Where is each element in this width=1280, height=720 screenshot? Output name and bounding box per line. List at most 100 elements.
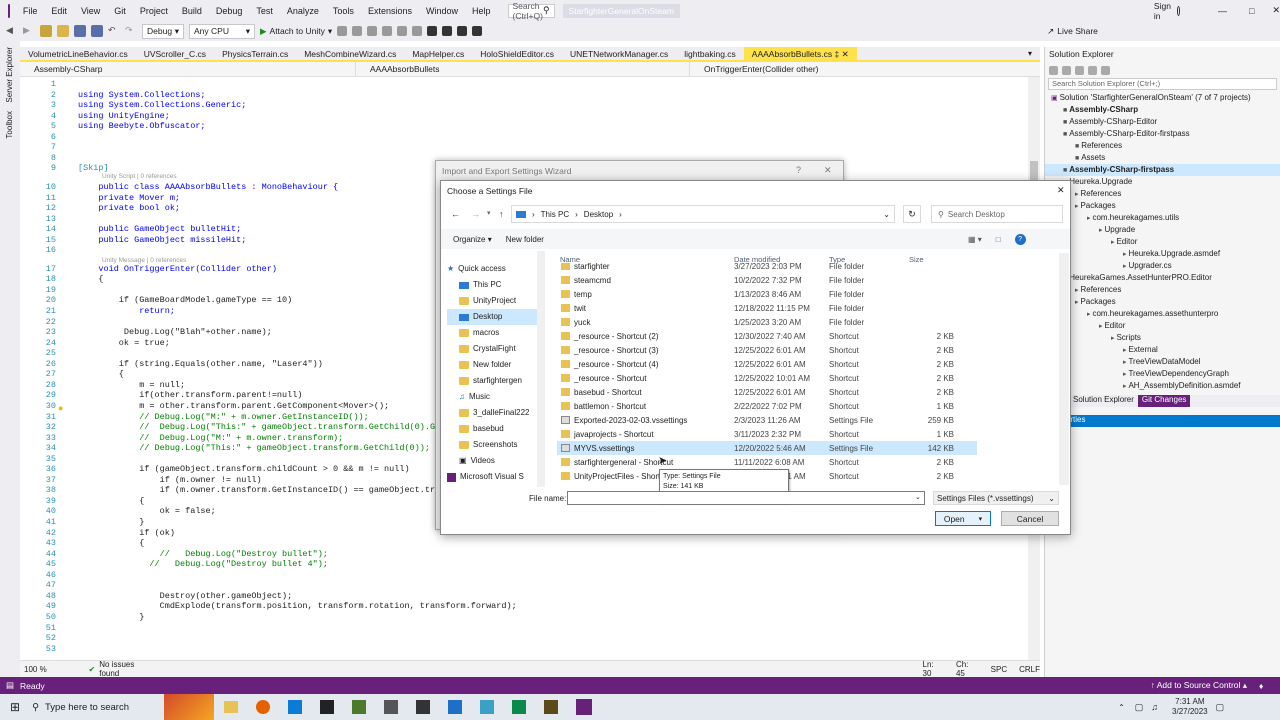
nav-up-button[interactable]: ↑ xyxy=(499,209,504,219)
address-bar[interactable]: › This PC › Desktop › ⌄ xyxy=(511,205,895,223)
code-line[interactable]: using System.Collections.Generic; xyxy=(78,100,246,110)
tree-item[interactable]: ▸ Scripts xyxy=(1045,332,1280,344)
nav-item[interactable]: New folder† xyxy=(447,357,545,373)
tool-icon[interactable] xyxy=(337,26,348,36)
nav-item[interactable]: Microsoft Visual S xyxy=(447,469,545,485)
file-row[interactable]: starfighter 3/27/2023 2:03 PM File folder xyxy=(557,263,977,273)
code-line[interactable]: void OnTriggerEnter(Collider other) xyxy=(78,264,277,274)
app-icon[interactable] xyxy=(512,700,527,714)
tree-item[interactable]: ■ Assembly-CSharp xyxy=(1045,104,1280,116)
tree-item[interactable]: ▸ com.heurekagames.utils xyxy=(1045,212,1280,224)
code-line[interactable]: { xyxy=(78,274,103,284)
code-line[interactable]: // Debug.Log("This:" + gameObject.transf… xyxy=(78,443,430,453)
new-item-icon[interactable] xyxy=(40,25,52,37)
redo-icon[interactable]: ↷ xyxy=(125,25,137,37)
code-line[interactable]: public GameObject missileHit; xyxy=(78,235,246,245)
minimize-button[interactable]: — xyxy=(1218,6,1227,16)
code-line[interactable]: return; xyxy=(78,306,175,316)
code-line[interactable]: // Debug.Log("Destroy bullet 4"); xyxy=(78,559,328,569)
menu-item-file[interactable]: File xyxy=(16,6,45,16)
nav-item[interactable]: Desktop† xyxy=(447,309,545,325)
solution-search[interactable]: Search Solution Explorer (Ctrl+;) xyxy=(1048,78,1277,90)
wizard-help-button[interactable]: ? xyxy=(796,165,801,175)
file-explorer-icon[interactable] xyxy=(224,701,239,713)
code-line[interactable]: m = null; xyxy=(78,380,185,390)
tree-item[interactable]: ▸ TreeViewDependencyGraph xyxy=(1045,368,1280,380)
tree-item[interactable]: ■ Heureka.Upgrade xyxy=(1045,176,1280,188)
tree-item[interactable]: ▸ Upgrader.cs xyxy=(1045,260,1280,272)
nav-back-button[interactable]: ← xyxy=(451,209,460,219)
tree-item[interactable]: ▸ Heureka.Upgrade.asmdef xyxy=(1045,248,1280,260)
filter-select[interactable]: Settings Files (*.vssettings) ⌄ xyxy=(933,491,1059,505)
tree-item[interactable]: ■ HeurekaGames.AssetHunterPRO.Editor xyxy=(1045,272,1280,284)
issues-status[interactable]: No issues found xyxy=(99,660,154,678)
tab-file[interactable]: AAAAbsorbBullets.cs ‡ ✕ xyxy=(743,47,857,62)
tree-item[interactable]: ▸ TreeViewDataModel xyxy=(1045,356,1280,368)
file-row[interactable]: yuck 1/25/2023 3:20 AM File folder xyxy=(557,315,977,329)
menu-item-analyze[interactable]: Analyze xyxy=(280,6,326,16)
filename-input[interactable] xyxy=(567,491,925,505)
nav-forward-button[interactable]: → xyxy=(471,209,480,219)
sync-icon[interactable] xyxy=(1062,65,1071,75)
code-line[interactable]: // Debug.Log("M:" + m.owner.transform); xyxy=(78,433,343,443)
filename-dropdown-icon[interactable]: ⌄ xyxy=(915,493,921,501)
tool-icon[interactable] xyxy=(427,26,438,36)
collapse-icon[interactable] xyxy=(1088,65,1097,75)
tree-item[interactable]: ▸ External xyxy=(1045,344,1280,356)
code-line[interactable]: Debug.Log("Blah"+other.name); xyxy=(78,327,272,337)
code-line[interactable]: { xyxy=(78,496,144,506)
code-line[interactable]: if (GameBoardModel.gameType == 10) xyxy=(78,295,292,305)
code-line[interactable]: CmdExplode(transform.position, transform… xyxy=(78,601,517,611)
start-button[interactable]: ⊞ xyxy=(10,700,20,714)
code-line[interactable]: private bool ok; xyxy=(78,203,180,213)
wizard-close-button[interactable]: ✕ xyxy=(824,165,832,176)
view-options-icon[interactable]: ▦ ▾ xyxy=(968,235,982,244)
toolbox-tab[interactable]: Toolbox xyxy=(5,111,14,139)
organize-button[interactable]: Organize ▾ xyxy=(453,235,492,244)
file-row[interactable]: _resource - Shortcut (4) 12/25/2022 6:01 … xyxy=(557,357,977,371)
tab-file[interactable]: VolumetricLineBehavior.cs xyxy=(20,47,136,62)
tool-icon[interactable] xyxy=(382,26,393,36)
code-line[interactable]: using Beebyte.Obfuscator; xyxy=(78,121,206,131)
recent-locations-icon[interactable]: ▾ xyxy=(487,209,491,217)
menu-item-window[interactable]: Window xyxy=(419,6,465,16)
tab-file[interactable]: PhysicsTerrain.cs xyxy=(214,47,296,62)
tree-item[interactable]: ▣ Solution 'StarfighterGeneralOnSteam' (… xyxy=(1045,92,1280,104)
tree-item[interactable]: ▸ Editor xyxy=(1045,320,1280,332)
file-list-scrollbar[interactable] xyxy=(1059,253,1069,485)
file-row[interactable]: _resource - Shortcut (2) 12/30/2022 7:40 … xyxy=(557,329,977,343)
tab-overflow-icon[interactable]: ▾ xyxy=(1028,49,1032,58)
account-icon[interactable] xyxy=(1176,5,1181,16)
menu-item-extensions[interactable]: Extensions xyxy=(361,6,419,16)
menu-item-tools[interactable]: Tools xyxy=(326,6,361,16)
file-row[interactable]: basebud - Shortcut 12/25/2022 6:01 AM Shor… xyxy=(557,385,977,399)
restore-button[interactable]: □ xyxy=(1249,6,1254,16)
clock[interactable]: 7:31 AM 3/27/2023 xyxy=(1172,697,1208,717)
tree-item[interactable]: ■ Assembly-CSharp-Editor-firstpass xyxy=(1045,128,1280,140)
file-row[interactable]: _resource - Shortcut 12/25/2022 10:01 AM S… xyxy=(557,371,977,385)
tab-file[interactable]: UNETNetworkManager.cs xyxy=(562,47,676,62)
attach-button[interactable]: ▶ Attach to Unity ▾ xyxy=(260,26,332,37)
save-icon[interactable] xyxy=(74,25,86,37)
tree-item[interactable]: ■ References xyxy=(1045,140,1280,152)
cancel-button[interactable]: Cancel xyxy=(1001,511,1059,526)
menu-item-git[interactable]: Git xyxy=(107,6,133,16)
refresh-button[interactable]: ↻ xyxy=(903,205,921,223)
code-line[interactable]: if (string.Equals(other.name, "Laser4")) xyxy=(78,359,323,369)
forward-icon[interactable]: ▶ xyxy=(23,25,35,37)
unity-icon[interactable] xyxy=(384,700,399,714)
tree-item[interactable]: ▸ References xyxy=(1045,188,1280,200)
unity-hub-icon[interactable] xyxy=(416,700,431,714)
code-line[interactable]: { xyxy=(78,369,124,379)
open-button[interactable]: Open ▾ xyxy=(935,511,991,526)
zoom-level[interactable]: 100 % xyxy=(24,665,63,674)
notifications-icon[interactable]: ♦ xyxy=(1259,681,1263,691)
tree-item[interactable]: ▸ Packages xyxy=(1045,296,1280,308)
menu-item-edit[interactable]: Edit xyxy=(44,6,74,16)
tab-file[interactable]: HoloShieldEditor.cs xyxy=(472,47,562,62)
lightbulb-icon[interactable]: ● xyxy=(58,403,63,413)
tool-icon[interactable] xyxy=(442,26,453,36)
project-dropdown[interactable]: Assembly-CSharp xyxy=(20,62,356,77)
code-line[interactable]: public GameObject bulletHit; xyxy=(78,224,241,234)
tree-item[interactable]: ▸ References xyxy=(1045,284,1280,296)
